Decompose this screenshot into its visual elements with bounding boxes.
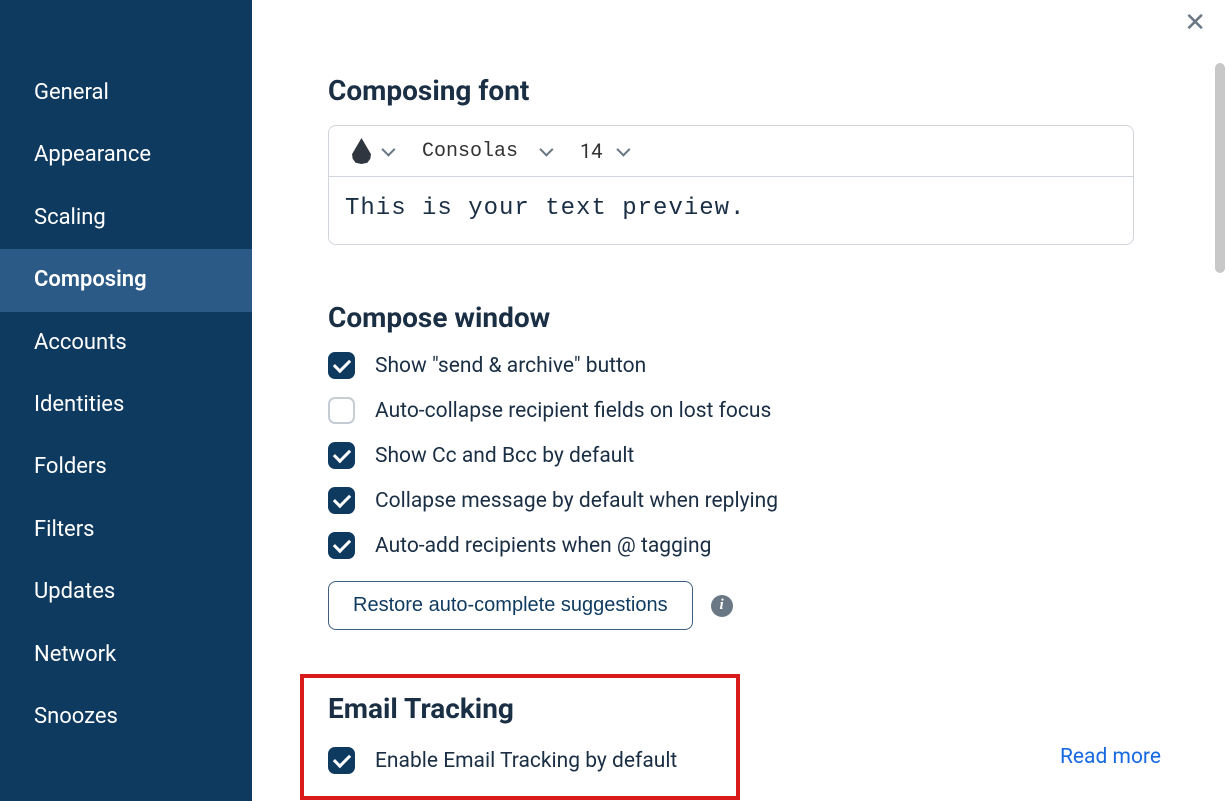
sidebar-item-identities[interactable]: Identities <box>0 374 252 436</box>
section-title-compose-window: Compose window <box>328 301 1202 334</box>
sidebar-item-scaling[interactable]: Scaling <box>0 187 252 249</box>
sidebar-item-snoozes[interactable]: Snoozes <box>0 686 252 748</box>
sidebar-item-label: Accounts <box>34 330 127 355</box>
option-enable-tracking: Enable Email Tracking by default <box>328 747 712 774</box>
option-auto-collapse: Auto-collapse recipient fields on lost f… <box>328 397 1202 424</box>
font-size-dropdown[interactable]: 14 <box>574 137 632 165</box>
settings-main: Composing font Consolas 14 This is your … <box>252 0 1212 801</box>
sidebar-item-label: Folders <box>34 454 107 479</box>
checkbox[interactable] <box>328 747 355 774</box>
sidebar-item-label: Scaling <box>34 205 106 230</box>
option-label: Enable Email Tracking by default <box>375 749 677 773</box>
checkbox[interactable] <box>328 487 355 514</box>
sidebar-item-label: Appearance <box>34 142 151 167</box>
sidebar-item-accounts[interactable]: Accounts <box>0 312 252 374</box>
section-title-composing-font: Composing font <box>328 74 1202 107</box>
read-more-link[interactable]: Read more <box>1060 745 1161 769</box>
sidebar-item-updates[interactable]: Updates <box>0 561 252 623</box>
font-color-dropdown[interactable] <box>345 136 398 166</box>
settings-sidebar: General Appearance Scaling Composing Acc… <box>0 0 252 801</box>
option-show-cc-bcc: Show Cc and Bcc by default <box>328 442 1202 469</box>
close-icon[interactable]: ✕ <box>1184 8 1206 38</box>
option-send-archive: Show "send & archive" button <box>328 352 1202 379</box>
chevron-down-icon <box>616 143 630 157</box>
sidebar-item-network[interactable]: Network <box>0 624 252 686</box>
sidebar-item-label: Composing <box>34 267 147 292</box>
font-controls: Consolas 14 <box>329 126 1133 177</box>
sidebar-item-label: Filters <box>34 517 95 542</box>
font-preview: This is your text preview. <box>329 177 1133 244</box>
font-settings-box: Consolas 14 This is your text preview. <box>328 125 1134 245</box>
font-size-value: 14 <box>580 139 602 163</box>
option-label: Auto-add recipients when @ tagging <box>375 534 711 558</box>
info-icon[interactable]: i <box>711 595 733 617</box>
scrollbar-thumb[interactable] <box>1215 63 1225 273</box>
sidebar-item-label: Snoozes <box>34 704 118 729</box>
restore-row: Restore auto-complete suggestions i <box>328 581 1202 630</box>
sidebar-item-label: Updates <box>34 579 115 604</box>
option-auto-add-recipients: Auto-add recipients when @ tagging <box>328 532 1202 559</box>
sidebar-item-general[interactable]: General <box>0 62 252 124</box>
font-family-dropdown[interactable]: Consolas <box>416 138 556 165</box>
read-more-anchor: Read more <box>1060 745 1161 769</box>
email-tracking-highlight: Email Tracking Enable Email Tracking by … <box>300 674 740 800</box>
sidebar-item-filters[interactable]: Filters <box>0 499 252 561</box>
sidebar-item-label: General <box>34 80 109 105</box>
font-family-value: Consolas <box>422 140 518 163</box>
option-collapse-reply: Collapse message by default when replyin… <box>328 487 1202 514</box>
checkbox[interactable] <box>328 397 355 424</box>
scrollbar-track[interactable] <box>1214 0 1226 801</box>
sidebar-item-label: Identities <box>34 392 124 417</box>
sidebar-item-appearance[interactable]: Appearance <box>0 124 252 186</box>
option-label: Show "send & archive" button <box>375 354 646 378</box>
option-label: Collapse message by default when replyin… <box>375 489 778 513</box>
ink-drop-icon <box>351 138 372 164</box>
checkbox[interactable] <box>328 532 355 559</box>
restore-autocomplete-button[interactable]: Restore auto-complete suggestions <box>328 581 693 630</box>
option-label: Auto-collapse recipient fields on lost f… <box>375 399 771 423</box>
checkbox[interactable] <box>328 352 355 379</box>
chevron-down-icon <box>381 143 395 157</box>
chevron-down-icon <box>539 143 553 157</box>
checkbox[interactable] <box>328 442 355 469</box>
sidebar-item-label: Network <box>34 642 116 667</box>
sidebar-item-composing[interactable]: Composing <box>0 249 252 311</box>
sidebar-item-folders[interactable]: Folders <box>0 436 252 498</box>
option-label: Show Cc and Bcc by default <box>375 444 634 468</box>
section-title-email-tracking: Email Tracking <box>328 692 712 725</box>
